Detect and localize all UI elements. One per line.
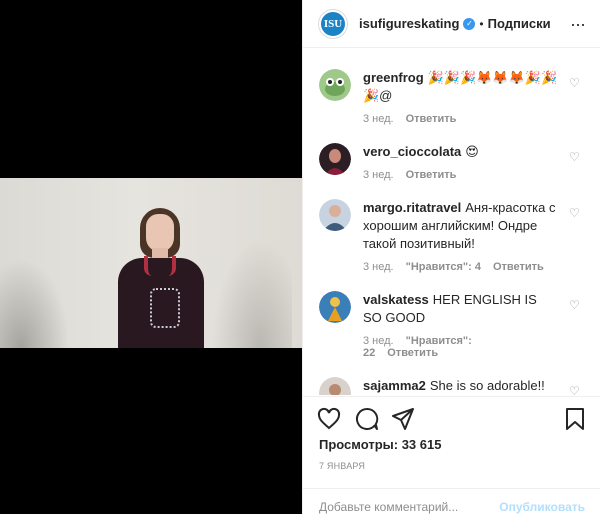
- post-header: ISU isufigureskating ✓ • Подписки ···: [303, 0, 600, 48]
- comment-text: vero_cioccolata 😍: [363, 143, 559, 161]
- comment-text: margo.ritatravel Аня-красотка с хорошим а…: [363, 199, 559, 253]
- comment-username[interactable]: vero_cioccolata: [363, 144, 461, 159]
- comment-item: valskatess HER ENGLISH IS SO GOOD 3 нед. "…: [319, 291, 585, 359]
- post-video[interactable]: [0, 178, 302, 348]
- comment-text: sajamma2She is so adorable!! big: [363, 377, 559, 395]
- views-count[interactable]: Просмотры: 33 615: [319, 437, 441, 452]
- comment-text: valskatess HER ENGLISH IS SO GOOD: [363, 291, 559, 327]
- comment-meta: 3 нед. "Нравится": 4 Ответить: [363, 261, 559, 273]
- publish-button[interactable]: Опубликовать: [499, 500, 585, 514]
- like-comment-icon[interactable]: ♡: [569, 299, 581, 311]
- comments-list[interactable]: greenfrog 🎉🎉🎉🦊🦊🦊🎉🎉🎉@ 3 нед. Ответить ♡ ver…: [303, 49, 600, 395]
- save-bookmark-icon[interactable]: [563, 407, 587, 431]
- owner-avatar[interactable]: ISU: [319, 9, 347, 38]
- comment-time[interactable]: 3 нед.: [363, 335, 394, 347]
- comment-meta: 3 нед. Ответить: [363, 113, 559, 125]
- more-options-icon[interactable]: ···: [570, 14, 586, 35]
- like-comment-icon[interactable]: ♡: [569, 385, 581, 395]
- comment-meta: 3 нед. Ответить: [363, 169, 559, 181]
- separator-dot: •: [479, 16, 484, 31]
- comment-username[interactable]: sajamma2: [363, 378, 426, 393]
- comment-username[interactable]: margo.ritatravel: [363, 200, 461, 215]
- video-shadow: [0, 258, 70, 348]
- reply-button[interactable]: Ответить: [387, 347, 438, 359]
- like-comment-icon[interactable]: ♡: [569, 151, 581, 163]
- commenter-avatar[interactable]: [319, 69, 351, 101]
- like-heart-icon[interactable]: [317, 407, 341, 431]
- costume-collar: [144, 256, 176, 276]
- commenter-avatar[interactable]: [319, 199, 351, 231]
- comment-item: sajamma2She is so adorable!! big ♡: [319, 377, 585, 395]
- verified-badge-icon: ✓: [463, 17, 476, 30]
- comment-input[interactable]: [319, 499, 500, 514]
- comment-time[interactable]: 3 нед.: [363, 113, 394, 125]
- like-comment-icon[interactable]: ♡: [569, 77, 581, 89]
- comment-time[interactable]: 3 нед.: [363, 169, 394, 181]
- comment-body: 😍: [465, 144, 479, 159]
- commenter-avatar[interactable]: [319, 291, 351, 323]
- reply-button[interactable]: Ответить: [406, 113, 457, 125]
- comment-text: greenfrog 🎉🎉🎉🦊🦊🦊🎉🎉🎉@: [363, 69, 559, 105]
- logo-text: ISU: [323, 17, 343, 30]
- like-comment-icon[interactable]: ♡: [569, 207, 581, 219]
- post-date[interactable]: 7 ЯНВАРЯ: [319, 461, 365, 471]
- comment-bubble-icon[interactable]: [355, 407, 379, 431]
- comment-username[interactable]: greenfrog: [363, 70, 424, 85]
- comment-item: greenfrog 🎉🎉🎉🦊🦊🦊🎉🎉🎉@ 3 нед. Ответить ♡: [319, 69, 585, 125]
- comment-item: margo.ritatravel Аня-красотка с хорошим а…: [319, 199, 585, 273]
- comment-username[interactable]: valskatess: [363, 292, 429, 307]
- costume-trim: [150, 288, 180, 328]
- action-bar: [303, 396, 600, 436]
- comment-composer: Опубликовать: [303, 488, 600, 514]
- media-pane: [0, 0, 302, 514]
- comment-time[interactable]: 3 нед.: [363, 261, 394, 273]
- comment-meta: 3 нед. "Нравится": 22 Ответить: [363, 335, 559, 359]
- reply-button[interactable]: Ответить: [406, 169, 457, 181]
- commenter-avatar[interactable]: [319, 377, 351, 395]
- commenter-avatar[interactable]: [319, 143, 351, 175]
- skater-face: [146, 214, 174, 252]
- video-shadow-right: [212, 238, 292, 348]
- comment-likes[interactable]: "Нравится": 4: [406, 261, 481, 273]
- post-panel: ISU isufigureskating ✓ • Подписки ··· gr…: [302, 0, 600, 514]
- share-send-icon[interactable]: [391, 407, 415, 431]
- owner-username[interactable]: isufigureskating: [359, 16, 459, 31]
- reply-button[interactable]: Ответить: [493, 261, 544, 273]
- following-button[interactable]: Подписки: [488, 16, 551, 31]
- comment-item: vero_cioccolata 😍 3 нед. Ответить ♡: [319, 143, 585, 181]
